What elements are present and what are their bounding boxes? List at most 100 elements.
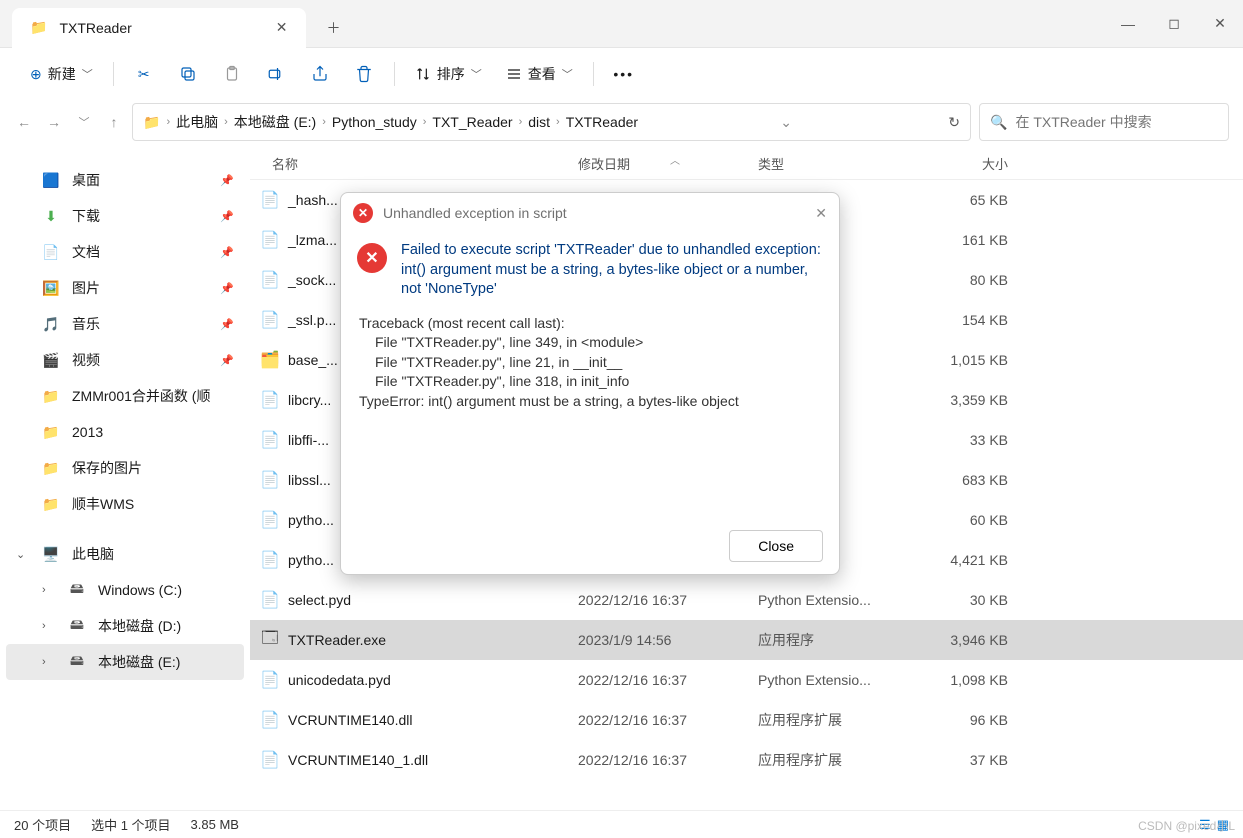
traceback-box[interactable]: Traceback (most recent call last):File "… [357, 310, 823, 520]
file-row[interactable]: 📄VCRUNTIME140_1.dll2022/12/16 16:37应用程序扩… [250, 740, 1243, 780]
dialog-titlebar: ✕ Unhandled exception in script ✕ [341, 193, 839, 233]
header-date[interactable]: 修改日期 [578, 154, 758, 173]
up-button[interactable]: ↑ [104, 114, 124, 130]
music-icon: 🎵 [42, 315, 60, 333]
search-input[interactable] [1015, 114, 1218, 130]
sidebar-item[interactable]: 📁2013 [6, 414, 244, 450]
recent-dropdown[interactable]: ﹀ [74, 114, 94, 130]
dialog-close-action-button[interactable]: Close [729, 530, 823, 562]
sidebar-item[interactable]: ⬇下载📌 [6, 198, 244, 234]
chevron-right-icon: › [556, 116, 560, 128]
sidebar-item[interactable]: 📁 保存的图片 [6, 450, 244, 486]
doc-icon: 📄 [42, 243, 60, 261]
file-size: 683 KB [918, 472, 1008, 488]
cut-button[interactable]: ✂ [124, 56, 164, 92]
chevron-right-icon: › [166, 116, 170, 128]
address-bar[interactable]: 📁 › 此电脑 › 本地磁盘 (E:) › Python_study › TXT… [132, 103, 971, 141]
sidebar-drive-item[interactable]: ›🖴本地磁盘 (D:) [6, 608, 244, 644]
pin-icon: 📌 [220, 174, 234, 187]
crumb-1[interactable]: 本地磁盘 (E:) [234, 112, 316, 132]
status-selected: 选中 1 个项目 [91, 815, 170, 834]
folder-icon: 📁 [42, 423, 60, 441]
crumb-4[interactable]: dist [528, 114, 550, 130]
sidebar-item-label: 音乐 [72, 314, 100, 334]
more-button[interactable]: ••• [604, 56, 644, 92]
sidebar-item[interactable]: 📄文档📌 [6, 234, 244, 270]
scissors-icon: ✂ [138, 66, 150, 83]
chevron-right-icon: › [224, 116, 228, 128]
sidebar-item[interactable]: 📁ZMMr001合并函数 (顺 [6, 378, 244, 414]
search-box[interactable]: 🔍 [979, 103, 1229, 141]
file-name: VCRUNTIME140_1.dll [282, 752, 578, 768]
tab-close-icon[interactable]: ✕ [276, 19, 288, 36]
header-size[interactable]: 大小 [918, 154, 1008, 173]
view-button[interactable]: 查看 ﹀ [496, 56, 583, 92]
sort-label: 排序 [437, 64, 465, 84]
rename-button[interactable] [256, 56, 296, 92]
file-row[interactable]: 📄unicodedata.pyd2022/12/16 16:37Python E… [250, 660, 1243, 700]
address-dropdown[interactable]: ⌄ [780, 114, 792, 131]
file-date: 2022/12/16 16:37 [578, 712, 758, 728]
crumb-0[interactable]: 此电脑 [176, 112, 218, 132]
file-size: 65 KB [918, 192, 1008, 208]
file-date: 2023/1/9 14:56 [578, 632, 758, 648]
crumb-5[interactable]: TXTReader [566, 114, 638, 130]
folder-icon: 📁 [42, 459, 60, 477]
copy-button[interactable] [168, 56, 208, 92]
file-row[interactable]: 🗔TXTReader.exe2023/1/9 14:56应用程序3,946 KB [250, 620, 1243, 660]
back-button[interactable]: ← [14, 114, 34, 130]
dialog-close-button[interactable]: ✕ [815, 205, 827, 222]
sidebar-item[interactable]: 🖼️图片📌 [6, 270, 244, 306]
nav-arrows: ← → ﹀ ↑ [14, 114, 124, 130]
chevron-down-icon: ﹀ [82, 66, 93, 82]
file-size: 33 KB [918, 432, 1008, 448]
new-tab-button[interactable]: ＋ [314, 8, 354, 48]
sidebar-item[interactable]: 📁顺丰WMS [6, 486, 244, 522]
crumb-2[interactable]: Python_study [332, 114, 417, 130]
sidebar-item-label: 保存的图片 [72, 458, 142, 478]
paste-button[interactable] [212, 56, 252, 92]
file-icon: 📄 [258, 390, 282, 410]
minimize-button[interactable]: — [1105, 0, 1151, 48]
window-tab[interactable]: 📁 TXTReader ✕ [12, 8, 306, 48]
sort-button[interactable]: 排序 ﹀ [405, 56, 492, 92]
chevron-right-icon: › [42, 620, 56, 632]
new-button[interactable]: ⊕ 新建 ﹀ [20, 56, 103, 92]
folder-icon: 📁 [30, 19, 47, 36]
file-name: TXTReader.exe [282, 632, 578, 648]
file-icon: 📄 [258, 670, 282, 690]
sidebar-item[interactable]: 🎵音乐📌 [6, 306, 244, 342]
paste-icon [223, 65, 241, 83]
new-label: 新建 [48, 64, 76, 84]
watermark: CSDN @pixed小L [1138, 817, 1235, 834]
sidebar-drive-item[interactable]: ›🖴Windows (C:) [6, 572, 244, 608]
file-row[interactable]: 📄VCRUNTIME140.dll2022/12/16 16:37应用程序扩展9… [250, 700, 1243, 740]
file-size: 1,015 KB [918, 352, 1008, 368]
sidebar-item-label: 此电脑 [72, 544, 114, 564]
sidebar-drive-item[interactable]: ›🖴本地磁盘 (E:) [6, 644, 244, 680]
close-button[interactable]: ✕ [1197, 0, 1243, 48]
maximize-button[interactable]: ◻ [1151, 0, 1197, 48]
forward-button[interactable]: → [44, 114, 64, 130]
file-row[interactable]: 📄select.pyd2022/12/16 16:37Python Extens… [250, 580, 1243, 620]
share-button[interactable] [300, 56, 340, 92]
sidebar-item-thispc[interactable]: ⌄ 🖥️ 此电脑 [6, 536, 244, 572]
file-size: 80 KB [918, 272, 1008, 288]
refresh-button[interactable]: ↻ [948, 114, 960, 131]
crumb-3[interactable]: TXT_Reader [432, 114, 512, 130]
file-icon: 📄 [258, 710, 282, 730]
chevron-down-icon: ﹀ [471, 66, 482, 82]
dialog-message: Failed to execute script 'TXTReader' due… [401, 241, 823, 300]
header-type[interactable]: 类型 [758, 154, 918, 173]
delete-button[interactable] [344, 56, 384, 92]
header-name[interactable]: 名称 [258, 154, 578, 173]
sidebar-item[interactable]: 🟦桌面📌 [6, 162, 244, 198]
dialog-body: ✕ Failed to execute script 'TXTReader' d… [341, 233, 839, 574]
pin-icon: 📌 [220, 246, 234, 259]
file-size: 161 KB [918, 232, 1008, 248]
traceback-line: TypeError: int() argument must be a stri… [357, 392, 823, 412]
sidebar-item[interactable]: 🎬视频📌 [6, 342, 244, 378]
status-bar: 20 个项目 选中 1 个项目 3.85 MB ☰ ▦ [0, 810, 1243, 838]
rename-icon [267, 65, 285, 83]
file-icon: 📄 [258, 230, 282, 250]
